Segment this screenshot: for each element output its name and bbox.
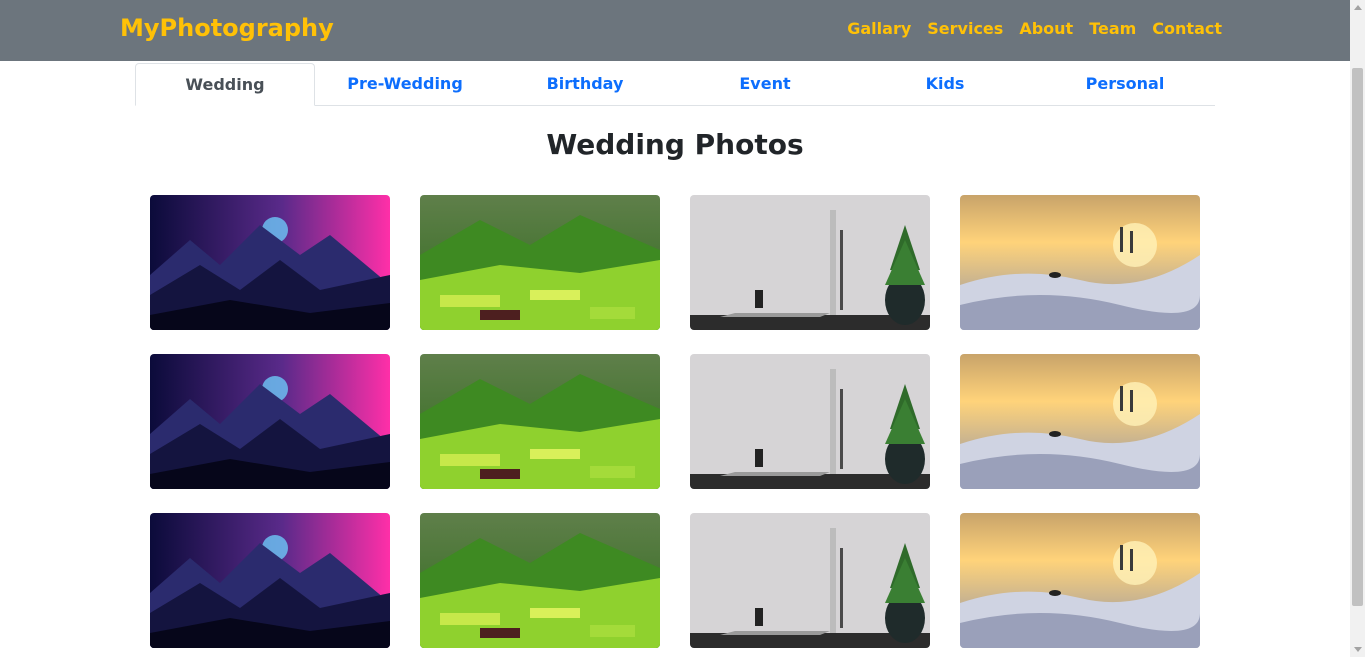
photo-snow-sunrise[interactable] (960, 513, 1200, 648)
photo-laptop-desk[interactable] (690, 354, 930, 489)
nav-link-contact[interactable]: Contact (1152, 19, 1222, 38)
tab-personal[interactable]: Personal (1035, 63, 1215, 105)
photo-green-valley[interactable] (420, 195, 660, 330)
tab-kids[interactable]: Kids (855, 63, 1035, 105)
scrollbar[interactable] (1350, 0, 1365, 657)
navbar: MyPhotography Gallary Services About Tea… (0, 0, 1350, 61)
nav-link-gallary[interactable]: Gallary (847, 19, 911, 38)
nav-link-about[interactable]: About (1019, 19, 1073, 38)
photo-snow-sunrise[interactable] (960, 195, 1200, 330)
tab-birthday[interactable]: Birthday (495, 63, 675, 105)
tab-pre-wedding[interactable]: Pre-Wedding (315, 63, 495, 105)
nav-link-team[interactable]: Team (1089, 19, 1136, 38)
category-tabs: Wedding Pre-Wedding Birthday Event Kids … (135, 63, 1215, 106)
page-title: Wedding Photos (546, 128, 804, 161)
photo-laptop-desk[interactable] (690, 195, 930, 330)
tab-wedding[interactable]: Wedding (135, 63, 315, 106)
photo-green-valley[interactable] (420, 513, 660, 648)
tab-event[interactable]: Event (675, 63, 855, 105)
nav-links: Gallary Services About Team Contact (847, 19, 1222, 38)
photo-mountain-night[interactable] (150, 513, 390, 648)
photo-snow-sunrise[interactable] (960, 354, 1200, 489)
photo-grid (150, 195, 1200, 648)
photo-laptop-desk[interactable] (690, 513, 930, 648)
nav-link-services[interactable]: Services (927, 19, 1003, 38)
brand-logo[interactable]: MyPhotography (120, 14, 334, 42)
photo-mountain-night[interactable] (150, 354, 390, 489)
photo-mountain-night[interactable] (150, 195, 390, 330)
scroll-down-arrow-icon[interactable] (1354, 647, 1362, 652)
scroll-thumb[interactable] (1352, 68, 1363, 606)
scroll-up-arrow-icon[interactable] (1354, 5, 1362, 10)
photo-green-valley[interactable] (420, 354, 660, 489)
